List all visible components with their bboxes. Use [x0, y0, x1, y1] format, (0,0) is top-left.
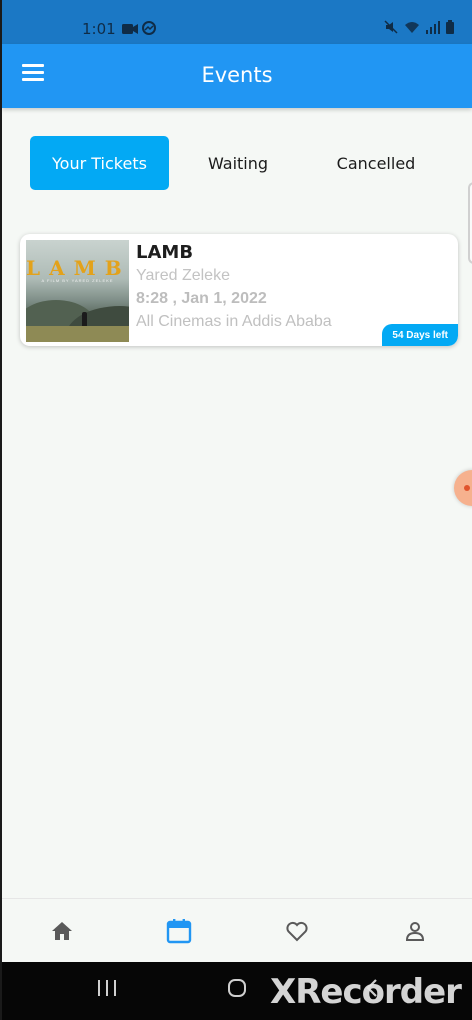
- status-left-icons: [122, 21, 156, 39]
- app-screen: 1:01 Events Your Tickets Waiting Cancell…: [2, 0, 472, 1020]
- status-right-icons: [384, 20, 454, 38]
- person-icon[interactable]: [399, 915, 431, 947]
- ticket-venue: All Cinemas in Addis Ababa: [136, 313, 332, 330]
- ticket-card[interactable]: LAMB A FILM BY YARED ZELEKE LAMB Yared Z…: [20, 234, 458, 346]
- app-bar: Events: [2, 44, 472, 108]
- signal-icon: [426, 20, 440, 38]
- poster-subtitle: A FILM BY YARED ZELEKE: [41, 278, 114, 283]
- scroll-handle[interactable]: [468, 182, 472, 264]
- heart-icon[interactable]: [281, 915, 313, 947]
- poster-title: LAMB: [26, 256, 129, 280]
- status-time: 1:01: [82, 20, 116, 38]
- recent-apps-icon[interactable]: [96, 978, 118, 1003]
- status-bar: 1:01: [2, 0, 472, 44]
- battery-icon: [446, 20, 454, 38]
- bottom-nav: [2, 898, 472, 963]
- tab-your-tickets[interactable]: Your Tickets: [30, 136, 169, 190]
- xrecorder-watermark: XRecorder: [270, 972, 462, 1012]
- ticket-datetime: 8:28 , Jan 1, 2022: [136, 290, 267, 307]
- ticket-director: Yared Zeleke: [136, 267, 230, 284]
- floating-recorder-bubble[interactable]: [454, 470, 472, 506]
- tab-cancelled[interactable]: Cancelled: [320, 136, 432, 190]
- mute-icon: [384, 20, 398, 38]
- ticket-poster: LAMB A FILM BY YARED ZELEKE: [26, 240, 129, 342]
- poster-figure: [82, 312, 87, 326]
- tab-waiting[interactable]: Waiting: [188, 136, 288, 190]
- home-circle-icon[interactable]: [227, 978, 249, 1003]
- status-bar-indicator: [58, 0, 128, 3]
- calendar-icon[interactable]: [163, 915, 195, 947]
- days-left-badge: 54 Days left: [382, 324, 458, 346]
- home-icon[interactable]: [46, 915, 78, 947]
- video-recording-icon: [122, 22, 138, 39]
- messenger-icon: [142, 21, 156, 39]
- page-title: Events: [201, 63, 273, 87]
- wifi-icon: [404, 21, 420, 38]
- ticket-title: LAMB: [136, 242, 194, 263]
